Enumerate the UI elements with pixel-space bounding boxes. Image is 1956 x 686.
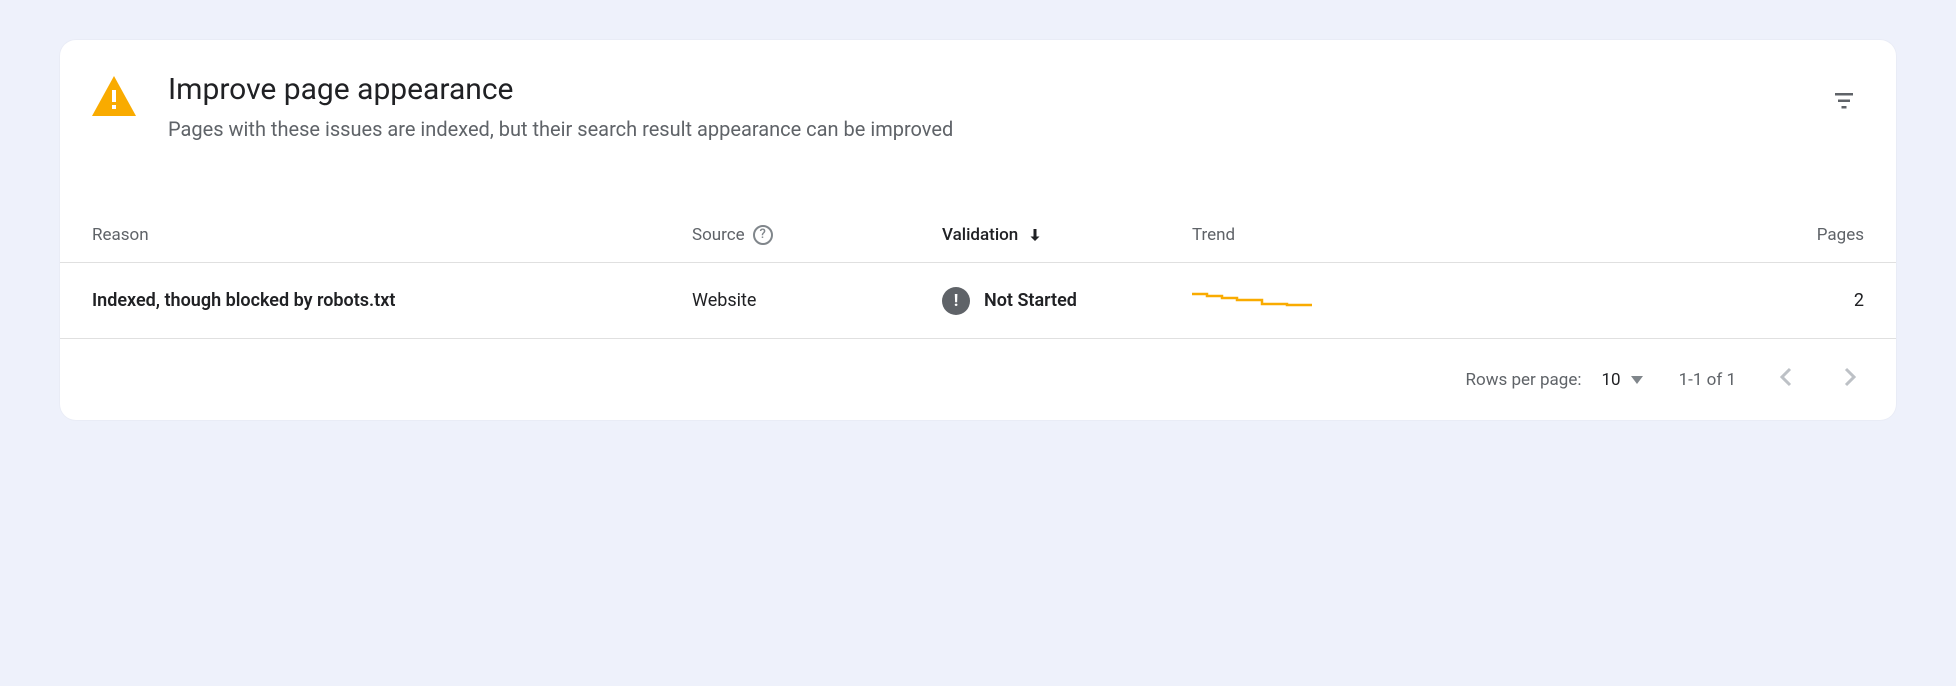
- rows-per-page-value: 10: [1601, 370, 1620, 390]
- column-header-reason[interactable]: Reason: [92, 225, 692, 245]
- status-not-started-icon: !: [942, 287, 970, 315]
- filter-icon[interactable]: [1824, 80, 1864, 124]
- table-row[interactable]: Indexed, though blocked by robots.txt We…: [60, 263, 1896, 339]
- card-subtitle: Pages with these issues are indexed, but…: [168, 115, 1068, 143]
- cell-source: Website: [692, 290, 942, 311]
- pagination-bar: Rows per page: 10 1-1 of 1: [60, 339, 1896, 420]
- column-header-pages[interactable]: Pages: [1784, 225, 1864, 245]
- cell-trend: [1192, 289, 1392, 313]
- column-header-trend[interactable]: Trend: [1192, 225, 1392, 245]
- column-header-validation-label: Validation: [942, 225, 1018, 245]
- rows-per-page: Rows per page: 10: [1466, 370, 1643, 390]
- cell-validation: ! Not Started: [942, 287, 1192, 315]
- page-range: 1-1 of 1: [1679, 370, 1736, 390]
- rows-per-page-label: Rows per page:: [1466, 370, 1582, 390]
- warning-icon: [92, 76, 136, 120]
- dropdown-icon: [1631, 376, 1643, 384]
- help-icon[interactable]: ?: [753, 225, 773, 245]
- card-title: Improve page appearance: [168, 72, 1068, 107]
- issues-card: Improve page appearance Pages with these…: [60, 40, 1896, 420]
- prev-page-button[interactable]: [1772, 359, 1800, 400]
- rows-per-page-select[interactable]: 10: [1601, 370, 1642, 390]
- card-header: Improve page appearance Pages with these…: [60, 40, 1896, 167]
- sort-down-icon: [1026, 226, 1044, 244]
- header-text: Improve page appearance Pages with these…: [168, 72, 1068, 143]
- cell-reason: Indexed, though blocked by robots.txt: [92, 290, 692, 311]
- trend-sparkline: [1192, 289, 1312, 313]
- next-page-button[interactable]: [1836, 359, 1864, 400]
- validation-status-text: Not Started: [984, 290, 1077, 311]
- table-header-row: Reason Source ? Validation Trend Pages: [60, 207, 1896, 263]
- cell-pages: 2: [1784, 290, 1864, 311]
- column-header-source[interactable]: Source ?: [692, 225, 942, 245]
- column-header-validation[interactable]: Validation: [942, 225, 1192, 245]
- column-header-source-label: Source: [692, 225, 745, 245]
